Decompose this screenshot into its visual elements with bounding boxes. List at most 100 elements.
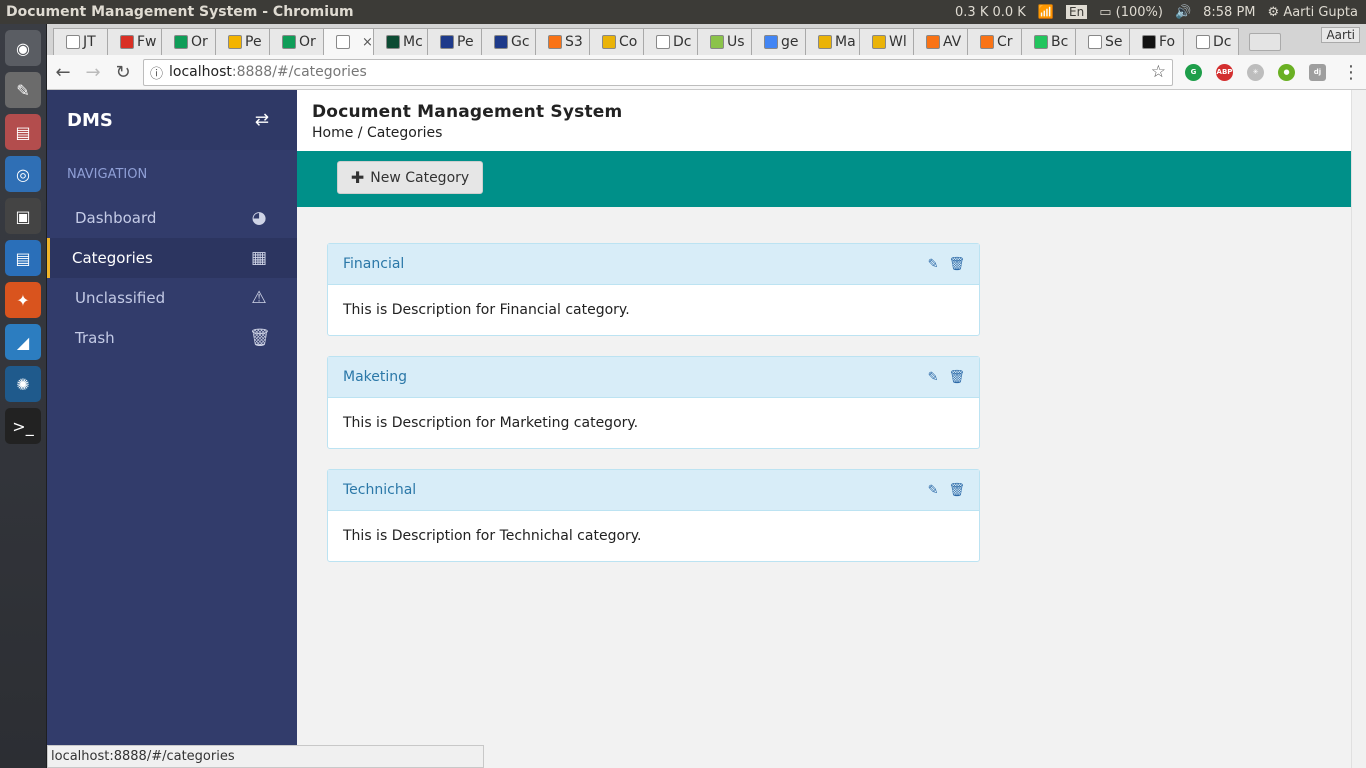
category-name[interactable]: Maketing [343,369,407,385]
page-scrollbar[interactable] [1351,90,1366,768]
extension-gray-icon[interactable]: ✳ [1247,63,1264,81]
bookmark-star-icon[interactable]: ☆ [1151,62,1166,82]
delete-trash-icon[interactable]: 🗑 [948,370,965,385]
browser-tab[interactable]: Se [1075,28,1131,55]
adblock-icon[interactable]: ABP [1216,63,1233,81]
wifi-icon[interactable]: 📶 [1038,5,1054,20]
browser-tab[interactable]: Or [161,28,217,55]
browser-menu-icon[interactable]: ⋮ [1342,62,1360,83]
info-icon[interactable]: ⓘ [150,63,163,82]
reload-icon: ↻ [115,61,131,83]
extension-dj-icon[interactable]: dj [1309,63,1326,81]
delete-trash-icon[interactable]: 🗑 [948,257,965,272]
browser-tab[interactable]: Fw [107,28,163,55]
browser-tab[interactable]: Fo [1129,28,1185,55]
tab-favicon-icon [656,35,670,49]
profile-button[interactable]: Aarti [1321,27,1360,43]
browser-tab[interactable]: Pe [427,28,483,55]
chromium-icon[interactable]: ◎ [5,156,41,192]
volume-icon[interactable]: 🔊 [1175,5,1191,20]
keyboard-language[interactable]: En [1066,5,1088,19]
extension-green-icon[interactable]: G [1185,63,1202,81]
brand-name[interactable]: DMS [67,110,113,131]
browser-tab[interactable]: Mc [373,28,429,55]
plus-icon: ✚ [350,168,365,187]
browser-tab[interactable]: Gc [481,28,537,55]
browser-tab[interactable]: Pe [215,28,271,55]
tab-favicon-icon [710,35,724,49]
new-tab-button[interactable] [1249,33,1281,51]
category-name[interactable]: Technichal [343,482,416,498]
new-category-button[interactable]: ✚ New Category [337,161,483,194]
browser-tab[interactable]: Wl [859,28,915,55]
sidebar-item-trash[interactable]: Trash 🗑 [47,318,297,358]
tab-favicon-icon [174,35,188,49]
sidebar-item-categories[interactable]: Categories ▦ [47,238,297,278]
tab-label: Dc [673,34,692,50]
sidebar-item-unclassified[interactable]: Unclassified ⚠ [47,278,297,318]
gear-icon: ⚙ [1267,4,1280,20]
ide-icon[interactable]: ◢ [5,324,41,360]
tab-label: Pe [245,34,262,50]
software-center-icon[interactable]: ✦ [5,282,41,318]
file-manager-icon[interactable]: ▤ [5,114,41,150]
tab-label: Mc [403,34,423,50]
tab-label: Fo [1159,34,1176,50]
browser-tab[interactable]: Co [589,28,645,55]
extension-lime-icon[interactable]: ● [1278,63,1295,81]
text-editor-icon[interactable]: ✎ [5,72,41,108]
clock[interactable]: 8:58 PM [1203,5,1255,20]
tab-label: Pe [457,34,474,50]
back-button[interactable]: ← [49,58,77,86]
browser-tab[interactable]: Ma [805,28,861,55]
browser-tab[interactable]: AV [913,28,969,55]
tab-label: Fw [137,34,157,50]
address-bar[interactable]: ⓘ localhost:8888/#/categories ☆ [143,58,1173,86]
tab-label: AV [943,34,962,50]
browser-tab[interactable]: ge [751,28,807,55]
browser-tab[interactable]: Dc [643,28,699,55]
tab-label: Us [727,34,745,50]
grid-icon: ▦ [250,248,268,268]
settings-app-icon[interactable]: ✺ [5,366,41,402]
tab-label: Cr [997,34,1013,50]
user-menu[interactable]: ⚙ Aarti Gupta [1268,5,1358,20]
document-viewer-icon[interactable]: ▤ [5,240,41,276]
tab-favicon-icon [548,35,562,49]
tab-list: JT Fw Or Pe Or × Mc Pe Gc S3 Co Dc Us ge Ma Wl AV Cr Bc Se F… [53,28,1239,55]
main-content: Document Management System Home / Catego… [297,90,1351,768]
battery-status[interactable]: ▭ (100%) [1099,5,1163,20]
delete-trash-icon[interactable]: 🗑 [948,483,965,498]
tab-close-icon[interactable]: × [362,35,373,50]
browser-tab[interactable]: Cr [967,28,1023,55]
tab-favicon-icon [1142,35,1156,49]
sidebar-item-dashboard[interactable]: Dashboard ◕ [47,198,297,238]
ubuntu-home-icon[interactable]: ◉ [5,30,41,66]
arrow-left-icon: ← [55,61,71,83]
workspace-icon[interactable]: ▣ [5,198,41,234]
browser-tab[interactable]: Dc [1183,28,1239,55]
tab-label: S3 [565,34,583,50]
tab-favicon-icon [764,35,778,49]
terminal-icon[interactable]: >_ [5,408,41,444]
swap-icon[interactable]: ⇄ [255,110,269,130]
browser-tab[interactable]: Or [269,28,325,55]
network-speed: 0.3 K 0.0 K [955,4,1026,20]
edit-pencil-icon[interactable]: ✎ [928,257,939,272]
browser-tab[interactable]: Bc [1021,28,1077,55]
category-name[interactable]: Financial [343,256,404,272]
trash-icon: 🗑 [249,328,271,348]
edit-pencil-icon[interactable]: ✎ [928,483,939,498]
edit-pencil-icon[interactable]: ✎ [928,370,939,385]
category-card: Technichal ✎ 🗑 This is Description for Tech… [327,469,980,562]
browser-tab[interactable]: × [323,28,375,55]
browser-tab[interactable]: JT [53,28,109,55]
browser-tab[interactable]: Us [697,28,753,55]
reload-button[interactable]: ↻ [109,58,137,86]
forward-button[interactable]: → [79,58,107,86]
page-title: Document Management System [312,102,623,122]
breadcrumb[interactable]: Home / Categories [312,125,1351,141]
browser-tab[interactable]: S3 [535,28,591,55]
tab-label: Gc [511,34,530,50]
browser-tab-strip: JT Fw Or Pe Or × Mc Pe Gc S3 Co Dc Us ge Ma Wl AV Cr Bc Se F… [47,24,1366,55]
